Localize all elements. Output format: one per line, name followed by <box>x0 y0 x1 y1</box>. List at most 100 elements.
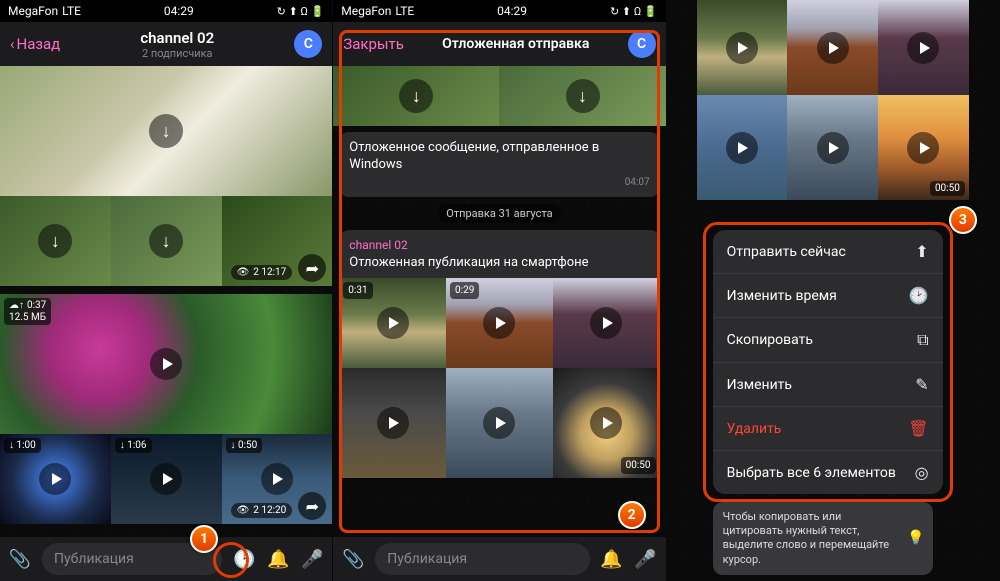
download-icon[interactable] <box>149 224 183 258</box>
context-menu: Отправить сейчас ⬆ Изменить время 🕑 Скоп… <box>713 230 943 494</box>
message-composer: 📎 Публикация 🕑 🔔 🎤 <box>0 537 332 581</box>
play-icon[interactable] <box>817 32 849 64</box>
play-icon[interactable] <box>377 307 409 339</box>
back-button[interactable]: ‹ Назад <box>10 35 60 53</box>
message-time: 04:07 <box>349 176 649 189</box>
carrier: MegaFon <box>8 4 58 18</box>
media-video[interactable]: 00:50 <box>878 95 969 200</box>
upload-badge: ☁↑ 0:37 12.5 МБ <box>4 298 51 325</box>
channel-title[interactable]: channel 02 <box>60 29 294 47</box>
play-icon[interactable] <box>261 463 293 495</box>
duration-badge: 0:31 <box>343 282 372 299</box>
media-video[interactable]: 0:31 <box>339 278 446 368</box>
media-video[interactable]: ↓ 1:00 <box>0 434 111 524</box>
attach-icon[interactable]: 📎 <box>341 547 365 571</box>
avatar[interactable]: C <box>628 30 656 58</box>
date-divider: Отправка 31 августа <box>333 203 665 224</box>
download-icon[interactable] <box>149 114 183 148</box>
ctx-edit[interactable]: Изменить ✎ <box>713 363 943 407</box>
network: LTE <box>62 4 81 18</box>
play-icon[interactable] <box>907 32 939 64</box>
media-video[interactable] <box>0 66 332 196</box>
step-marker-3: 3 <box>949 206 977 234</box>
carrier: MegaFon <box>341 4 391 18</box>
play-icon[interactable] <box>590 407 622 439</box>
play-icon[interactable] <box>377 407 409 439</box>
panel-1: MegaFon LTE 04:29 ↻ ⬆ Ω 🔋 ‹ Назад channe… <box>0 0 333 581</box>
mic-icon[interactable]: 🎤 <box>300 547 324 571</box>
status-bar: MegaFon LTE 04:29 ↻ ⬆ Ω 🔋 <box>333 0 665 22</box>
play-icon[interactable] <box>483 407 515 439</box>
views-badge: 👁 2 12:17 <box>231 265 293 280</box>
mic-icon[interactable]: 🎤 <box>634 547 658 571</box>
scheduled-message[interactable]: channel 02 Отложенная публикация на смар… <box>339 230 659 478</box>
status-time: 04:29 <box>164 4 194 18</box>
status-icons: ↻ ⬆ Ω 🔋 <box>277 5 325 18</box>
chevron-left-icon: ‹ <box>10 35 15 53</box>
duration-badge: ↓ 0:50 <box>226 438 263 453</box>
status-icons: ↻ ⬆ Ω 🔋 <box>610 5 658 18</box>
clock-icon: 🕑 <box>909 286 929 305</box>
media-video[interactable] <box>333 66 499 126</box>
play-icon[interactable] <box>726 32 758 64</box>
schedule-icon[interactable]: 🕑 <box>232 547 256 571</box>
network: LTE <box>395 4 414 18</box>
play-icon[interactable] <box>483 307 515 339</box>
status-bar: MegaFon LTE 04:29 ↻ ⬆ Ω 🔋 <box>0 0 332 22</box>
ctx-delete[interactable]: Удалить 🗑 <box>713 407 943 451</box>
duration-badge: ↓ 1:00 <box>4 438 41 453</box>
play-icon[interactable] <box>726 132 758 164</box>
ctx-copy[interactable]: Скопировать ⧉ <box>713 318 943 363</box>
close-button[interactable]: Закрыть <box>343 35 404 53</box>
scheduled-header: Закрыть Отложенная отправка C <box>333 22 665 66</box>
channel-name: channel 02 <box>349 238 649 254</box>
play-icon[interactable] <box>590 307 622 339</box>
play-icon[interactable] <box>150 348 182 380</box>
attach-icon[interactable]: 📎 <box>8 547 32 571</box>
play-icon[interactable] <box>817 132 849 164</box>
media-video[interactable] <box>787 95 878 200</box>
media-video[interactable]: ↓ 1:06 <box>111 434 222 524</box>
hint-bubble: Чтобы копировать или цитировать нужный т… <box>713 502 933 575</box>
media-video[interactable] <box>697 0 788 95</box>
duration-badge: 00:50 <box>930 181 965 196</box>
mute-icon[interactable]: 🔔 <box>600 547 624 571</box>
duration-badge: ↓ 1:06 <box>115 438 152 453</box>
download-icon[interactable] <box>38 224 72 258</box>
chat-header: ‹ Назад channel 02 2 подписчика C <box>0 22 332 66</box>
media-video[interactable] <box>878 0 969 95</box>
media-video[interactable] <box>499 66 665 126</box>
media-video[interactable]: 00:50 <box>553 368 660 478</box>
play-icon[interactable] <box>39 463 71 495</box>
avatar[interactable]: C <box>294 30 322 58</box>
media-video[interactable] <box>553 278 660 368</box>
media-video[interactable]: 0:29 <box>446 278 553 368</box>
duration-badge: 00:50 <box>621 457 656 474</box>
channel-subtitle: 2 подписчика <box>60 47 294 60</box>
bulb-icon: 💡 <box>907 529 924 547</box>
edit-icon: ✎ <box>915 375 928 394</box>
ctx-select-all[interactable]: Выбрать все 6 элементов ◎ <box>713 451 943 494</box>
media-video[interactable] <box>339 368 446 478</box>
play-icon[interactable] <box>150 463 182 495</box>
download-icon[interactable] <box>399 79 433 113</box>
media-video[interactable] <box>697 95 788 200</box>
media-video[interactable] <box>787 0 878 95</box>
media-video[interactable] <box>0 196 111 286</box>
scheduled-message[interactable]: Отложенное сообщение, отправленное в Win… <box>339 132 659 197</box>
scheduled-title: Отложенная отправка <box>404 36 628 52</box>
copy-icon: ⧉ <box>917 330 928 350</box>
download-icon[interactable] <box>566 79 600 113</box>
play-icon[interactable] <box>907 132 939 164</box>
media-video[interactable] <box>446 368 553 478</box>
step-marker-2: 2 <box>618 501 646 529</box>
message-composer: 📎 Публикация 🔔 🎤 <box>333 537 665 581</box>
mute-icon[interactable]: 🔔 <box>266 547 290 571</box>
media-video-uploading[interactable]: ☁↑ 0:37 12.5 МБ <box>0 294 332 434</box>
media-video[interactable] <box>111 196 222 286</box>
ctx-change-time[interactable]: Изменить время 🕑 <box>713 274 943 318</box>
status-time: 04:29 <box>497 4 527 18</box>
ctx-send-now[interactable]: Отправить сейчас ⬆ <box>713 230 943 274</box>
select-all-icon: ◎ <box>915 463 929 482</box>
composer-input[interactable]: Публикация <box>375 543 589 575</box>
